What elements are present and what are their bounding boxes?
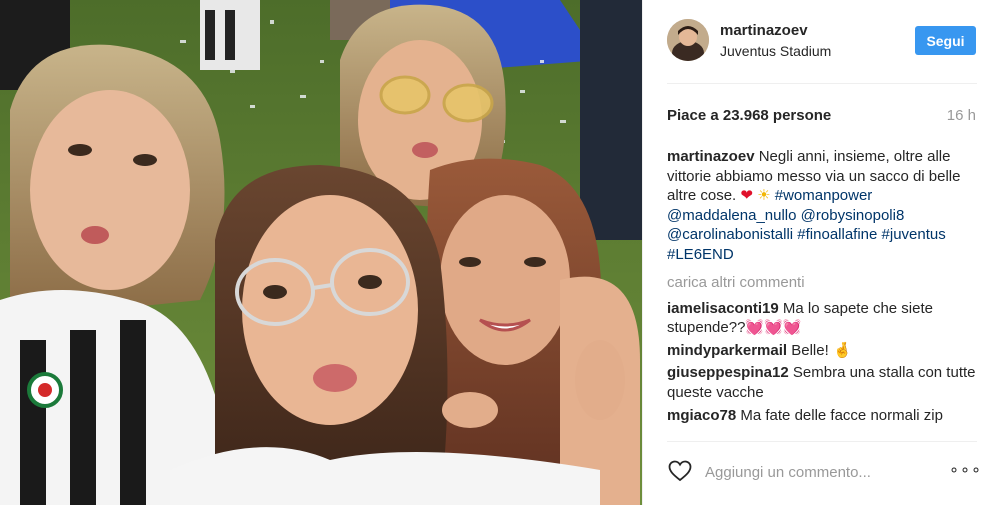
- likes-count[interactable]: Piace a 23.968 persone: [667, 107, 831, 124]
- mention-maddalena[interactable]: @maddalena_nullo: [667, 207, 797, 224]
- sun-emoji: ☀: [757, 187, 771, 205]
- username-link[interactable]: martinazoev: [720, 22, 808, 39]
- comments-section: martinazoev Negli anni, insieme, oltre a…: [667, 147, 979, 434]
- post-header: martinazoev Juventus Stadium Segui: [643, 0, 1000, 83]
- comment-author[interactable]: mindyparkermail: [667, 342, 787, 359]
- comment-text: Belle!: [791, 341, 829, 359]
- location-link[interactable]: Juventus Stadium: [720, 43, 831, 59]
- comment-item: mgiaco78 Ma fate delle facce normali zip: [667, 406, 979, 426]
- heart-outline-icon[interactable]: [667, 458, 693, 484]
- comment-item: mindyparkermail Belle! 🤞: [667, 341, 979, 361]
- post-time[interactable]: 16 h: [947, 107, 976, 124]
- mention-carolina[interactable]: @carolinabonistalli: [667, 226, 793, 243]
- comment-item: giuseppespina12 Sembra una stalla con tu…: [667, 363, 979, 402]
- hashtag-womanpower[interactable]: #womanpower: [775, 187, 873, 204]
- comment-text: Ma fate delle facce normali zip: [740, 406, 943, 424]
- hashtag-le6end[interactable]: #LE6END: [667, 246, 734, 263]
- ellipsis-icon[interactable]: ∘∘∘: [949, 462, 981, 482]
- post-photo[interactable]: [0, 0, 642, 505]
- comment-author[interactable]: giuseppespina12: [667, 364, 789, 381]
- caption-author[interactable]: martinazoev: [667, 148, 755, 165]
- mention-roby[interactable]: @robysinopoli8: [801, 207, 905, 224]
- post-footer: ∘∘∘: [643, 441, 1000, 505]
- add-comment-input[interactable]: [705, 461, 935, 483]
- selfie-illustration: [0, 0, 642, 505]
- follow-button[interactable]: Segui: [915, 26, 976, 55]
- avatar[interactable]: [667, 19, 709, 61]
- caption: martinazoev Negli anni, insieme, oltre a…: [667, 147, 979, 265]
- hashtag-finoallafine[interactable]: #finoallafine: [797, 226, 877, 243]
- post-side-panel: martinazoev Juventus Stadium Segui Piace…: [642, 0, 1000, 505]
- comment-item: iamelisaconti19 Ma lo sapete che siete s…: [667, 299, 979, 338]
- red-heart-emoji: ❤: [740, 187, 753, 205]
- comment-author[interactable]: mgiaco78: [667, 407, 736, 424]
- load-more-comments-link[interactable]: carica altri commenti: [667, 274, 979, 291]
- crossed-fingers-emoji: 🤞: [832, 341, 852, 359]
- avatar-image: [667, 19, 709, 61]
- header-divider: [667, 83, 977, 84]
- hashtag-juventus[interactable]: #juventus: [882, 226, 946, 243]
- pink-hearts-emoji: 💓💓💓: [745, 319, 802, 337]
- comment-author[interactable]: iamelisaconti19: [667, 300, 779, 317]
